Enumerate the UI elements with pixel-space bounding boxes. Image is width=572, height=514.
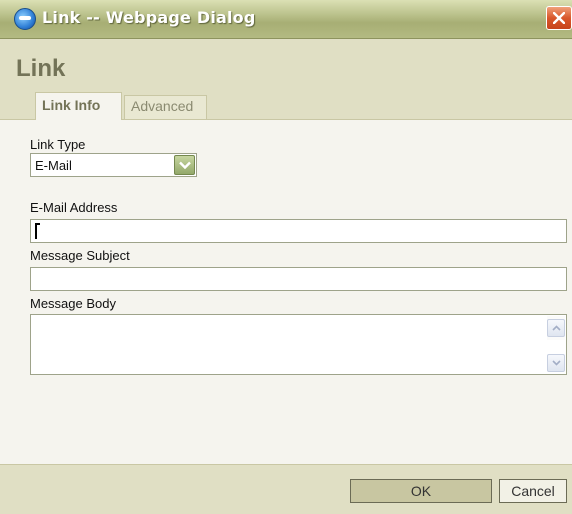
close-button[interactable] (546, 6, 572, 30)
email-address-input[interactable] (30, 219, 567, 243)
email-address-label: E-Mail Address (30, 200, 118, 215)
link-type-value: E-Mail (35, 158, 72, 173)
link-info-panel: Link Type E-Mail E-Mail Address Message … (0, 120, 572, 464)
dialog-header: Link Link Info Advanced (0, 39, 572, 120)
text-caret (35, 223, 40, 239)
close-icon (553, 12, 565, 24)
scroll-up-button[interactable] (547, 319, 565, 337)
chevron-down-icon (179, 161, 191, 170)
message-subject-input[interactable] (30, 267, 567, 291)
message-body-textarea[interactable] (30, 314, 567, 375)
link-type-label: Link Type (30, 137, 86, 152)
title-bar[interactable]: Link -- Webpage Dialog (0, 0, 572, 39)
message-subject-label: Message Subject (30, 248, 130, 263)
tab-advanced[interactable]: Advanced (124, 95, 207, 119)
scroll-down-button[interactable] (547, 354, 565, 372)
window-title: Link -- Webpage Dialog (42, 8, 256, 27)
link-type-select[interactable]: E-Mail (30, 153, 197, 177)
ok-button[interactable]: OK (350, 479, 492, 503)
dialog-title: Link (16, 55, 66, 82)
ie-logo-icon (14, 8, 36, 30)
cancel-button[interactable]: Cancel (499, 479, 567, 503)
chevron-down-icon (552, 360, 561, 366)
link-type-dropdown-button[interactable] (174, 155, 195, 175)
message-body-label: Message Body (30, 296, 116, 311)
chevron-up-icon (552, 325, 561, 331)
tab-link-info[interactable]: Link Info (35, 92, 122, 120)
dialog-footer: OK Cancel (0, 464, 572, 514)
link-dialog-window: Link -- Webpage Dialog Link Link Info Ad… (0, 0, 572, 514)
